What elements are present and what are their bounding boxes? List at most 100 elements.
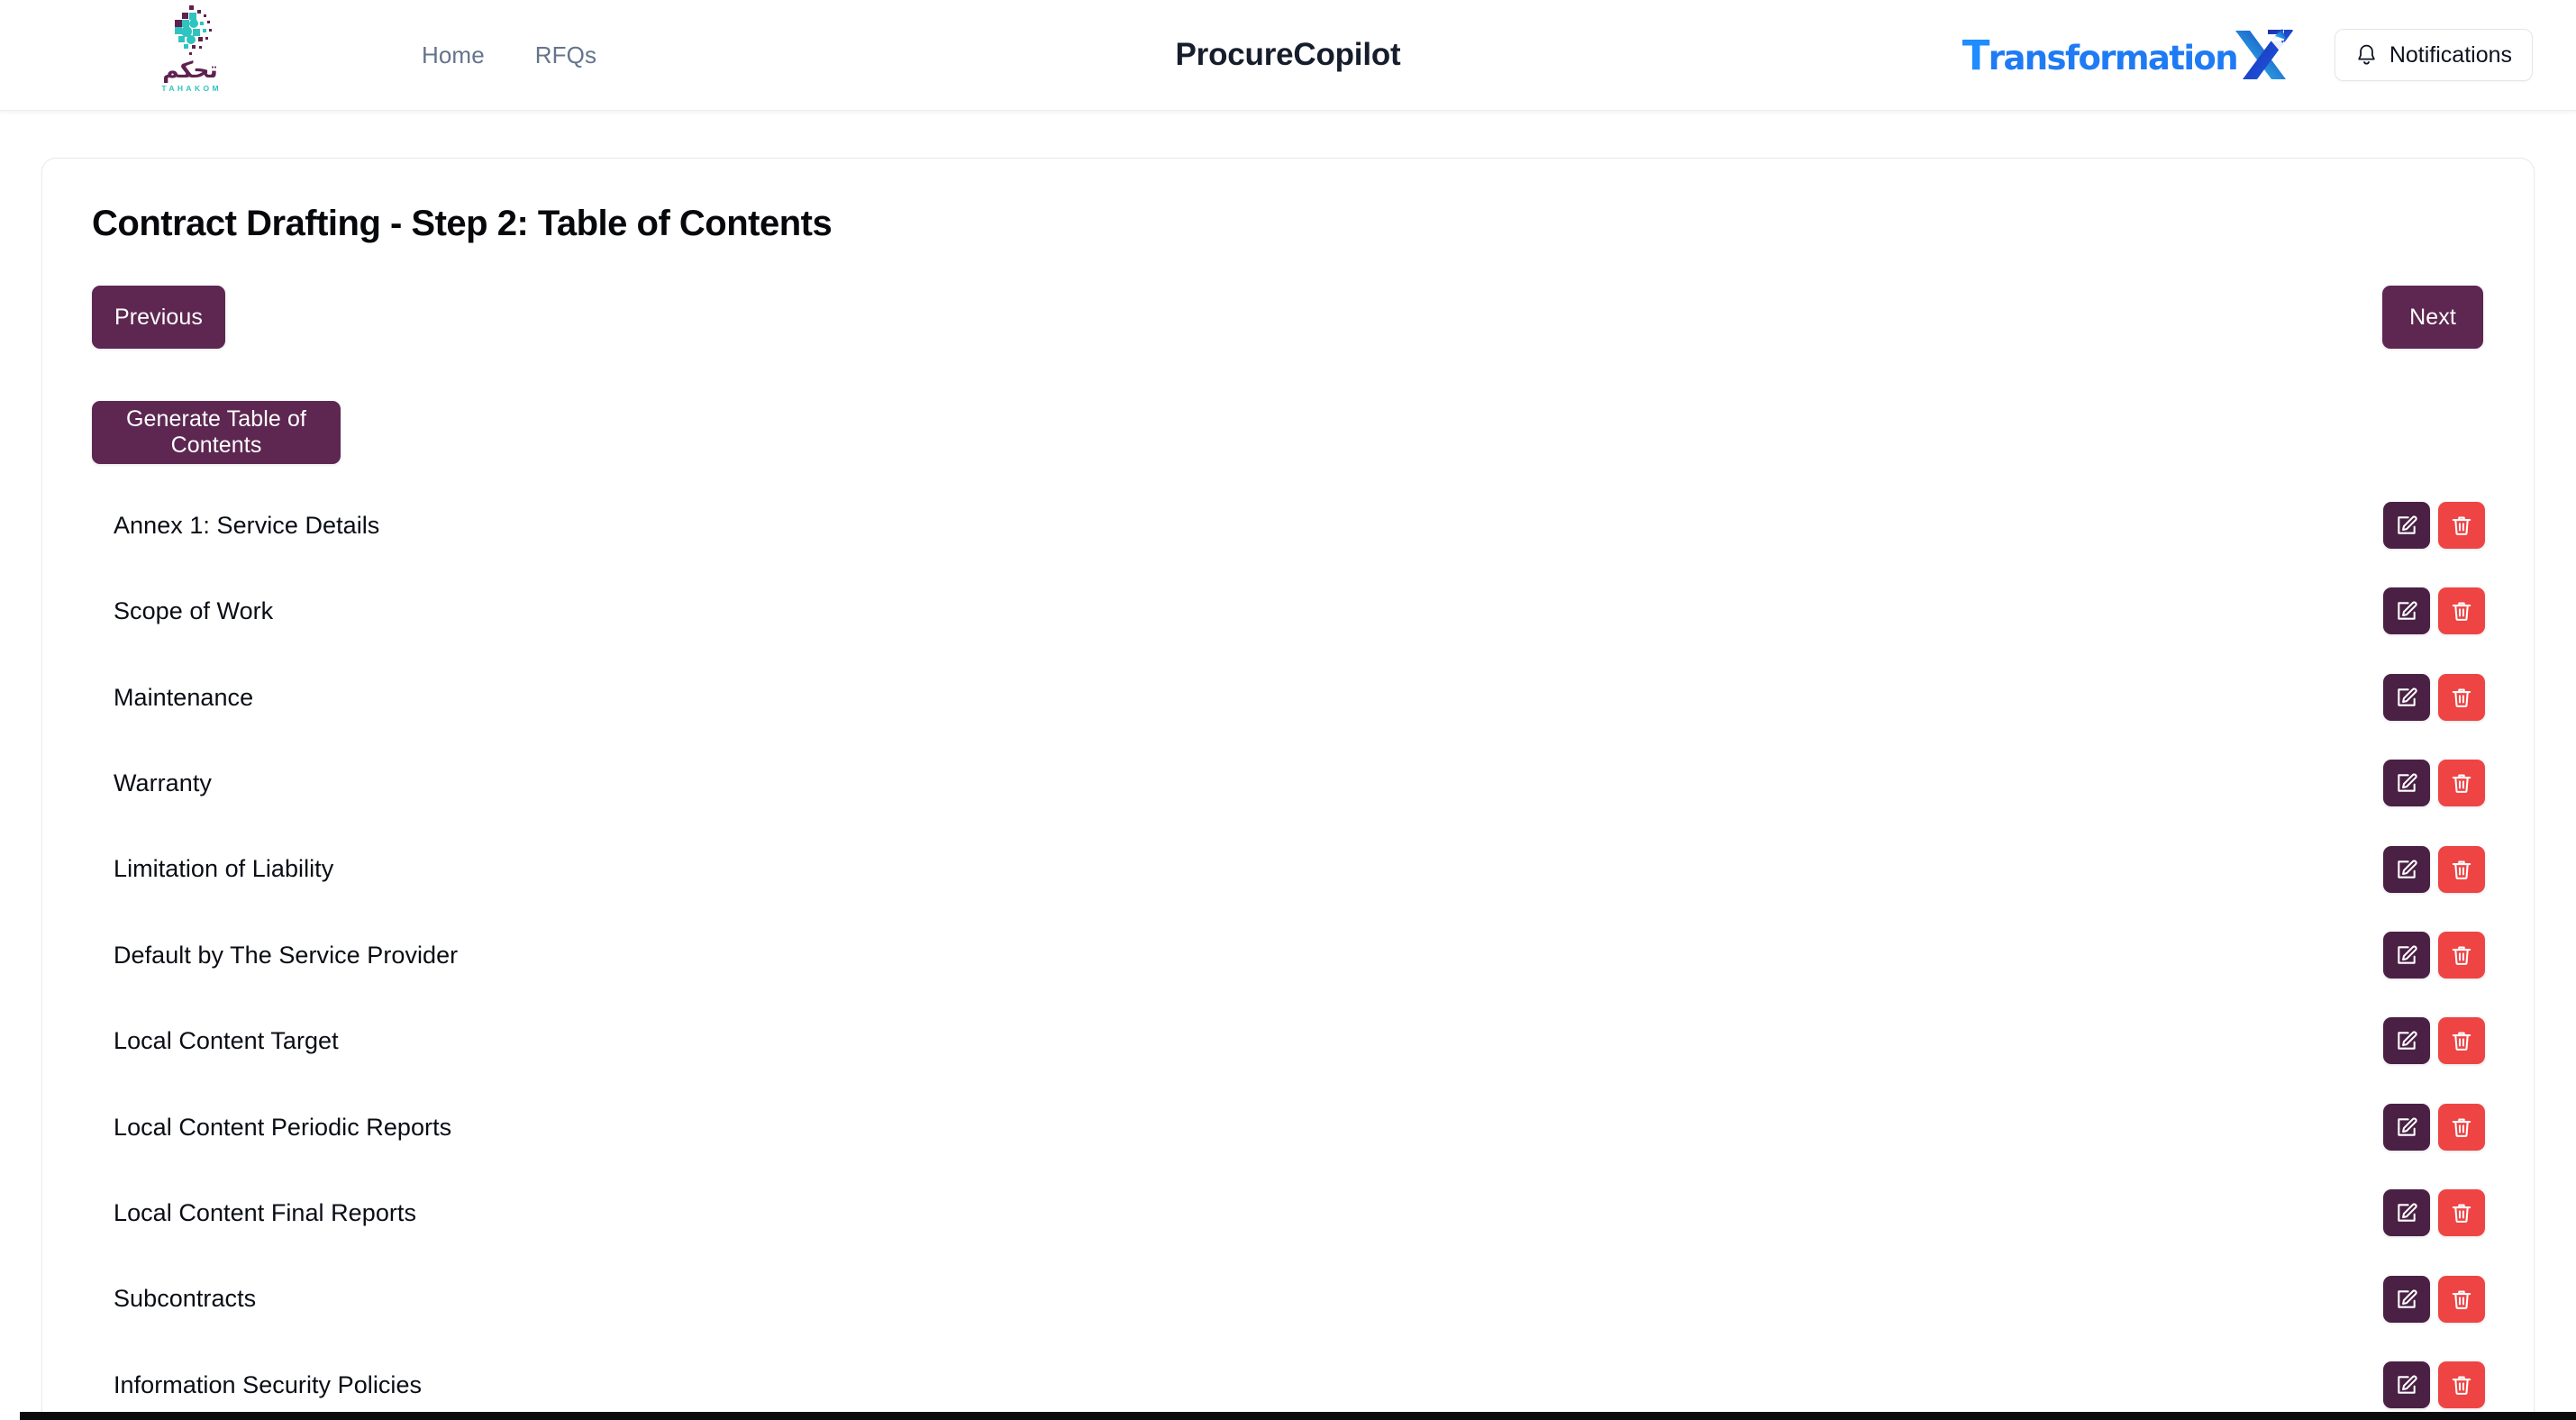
list-item: Information Security Policies	[89, 1361, 2487, 1409]
list-item: Annex 1: Service Details	[89, 502, 2487, 550]
delete-button[interactable]	[2438, 1361, 2485, 1408]
delete-button[interactable]	[2438, 1189, 2485, 1237]
edit-square-pen-icon	[2398, 687, 2417, 706]
delete-button[interactable]	[2438, 502, 2485, 549]
page-body: Contract Drafting - Step 2: Table of Con…	[0, 111, 2576, 1420]
contract-drafting-card: Contract Drafting - Step 2: Table of Con…	[41, 158, 2535, 1420]
list-item: Local Content Final Reports	[89, 1189, 2487, 1237]
list-item: Scope of Work	[89, 587, 2487, 635]
list-item: Warranty	[89, 760, 2487, 807]
browser-bottom-bar	[0, 1412, 2576, 1420]
tahakom-logo[interactable]: تحكم TAHAKOM	[140, 5, 241, 106]
edit-square-pen-icon	[2398, 1375, 2417, 1394]
trash-icon	[2452, 1204, 2471, 1224]
edit-square-pen-icon	[2398, 515, 2417, 534]
delete-button[interactable]	[2438, 1017, 2485, 1065]
trash-icon	[2452, 946, 2471, 965]
list-item: Limitation of Liability	[89, 845, 2487, 894]
delete-button[interactable]	[2438, 845, 2485, 893]
toc-item-label: Maintenance	[114, 683, 254, 711]
transformationx-x-icon	[2235, 29, 2293, 79]
notifications-label: Notifications	[2389, 41, 2512, 68]
transformationx-logo: Transformation	[1962, 28, 2297, 82]
bell-icon	[2358, 44, 2375, 64]
table-of-contents-list: Annex 1: Service Details Scope of Work M…	[89, 502, 2487, 1409]
list-item: Maintenance	[89, 673, 2487, 722]
delete-button[interactable]	[2438, 1103, 2485, 1151]
trash-icon	[2452, 1032, 2471, 1051]
transformationx-capital-t: T	[1962, 31, 1990, 79]
row-actions	[2383, 502, 2485, 549]
edit-button[interactable]	[2383, 1361, 2430, 1408]
toc-item-label: Annex 1: Service Details	[114, 511, 380, 539]
previous-button[interactable]: Previous	[92, 286, 225, 349]
edit-button[interactable]	[2383, 1275, 2430, 1323]
page-title: Contract Drafting - Step 2: Table of Con…	[92, 204, 833, 243]
row-actions	[2383, 673, 2485, 721]
trash-icon	[2452, 774, 2471, 794]
edit-button[interactable]	[2383, 1189, 2430, 1237]
app-header: تحكم TAHAKOM Home RFQs ProcureCopilot Tr…	[0, 0, 2576, 111]
edit-button[interactable]	[2383, 931, 2430, 979]
edit-square-pen-icon	[2398, 945, 2417, 964]
delete-button[interactable]	[2438, 673, 2485, 721]
list-item: Local Content Target	[89, 1017, 2487, 1065]
generate-table-of-contents-button[interactable]: Generate Table of Contents	[92, 401, 341, 464]
row-actions	[2383, 845, 2485, 893]
edit-button[interactable]	[2383, 673, 2430, 721]
edit-button[interactable]	[2383, 502, 2430, 549]
edit-square-pen-icon	[2398, 860, 2417, 878]
list-item: Default by The Service Provider	[89, 931, 2487, 979]
tahakom-latin-wordmark: TAHAKOM	[161, 84, 222, 93]
list-item: Subcontracts	[89, 1275, 2487, 1324]
trash-icon	[2452, 1118, 2471, 1137]
row-actions	[2383, 760, 2485, 807]
trash-icon	[2452, 516, 2471, 535]
notifications-button[interactable]: Notifications	[2334, 29, 2533, 81]
toc-item-label: Subcontracts	[114, 1285, 257, 1313]
edit-button[interactable]	[2383, 1103, 2430, 1151]
row-actions	[2383, 1103, 2485, 1151]
row-actions	[2383, 587, 2485, 635]
tahakom-mark-icon	[175, 5, 212, 55]
toc-item-label: Local Content Target	[114, 1027, 339, 1055]
nav-link-home[interactable]: Home	[422, 41, 485, 69]
edit-square-pen-icon	[2398, 1288, 2417, 1308]
row-actions	[2383, 1017, 2485, 1065]
trash-icon	[2452, 1290, 2471, 1309]
toc-item-label: Local Content Periodic Reports	[114, 1113, 452, 1141]
toc-item-label: Scope of Work	[114, 597, 274, 625]
trash-icon	[2452, 602, 2471, 622]
edit-button[interactable]	[2383, 1017, 2430, 1065]
edit-button[interactable]	[2383, 760, 2430, 807]
edit-square-pen-icon	[2398, 1031, 2417, 1051]
delete-button[interactable]	[2438, 760, 2485, 807]
toc-item-label: Default by The Service Provider	[114, 941, 459, 969]
row-actions	[2383, 1275, 2485, 1323]
trash-icon	[2452, 1376, 2471, 1395]
delete-button[interactable]	[2438, 1275, 2485, 1323]
trash-icon	[2452, 688, 2471, 707]
delete-button[interactable]	[2438, 931, 2485, 979]
transformationx-word-rest: ransformation	[1988, 38, 2239, 77]
row-actions	[2383, 931, 2485, 979]
toc-item-label: Limitation of Liability	[114, 855, 334, 883]
transformationx-wordmark: Transformation	[1962, 31, 2239, 79]
next-button[interactable]: Next	[2382, 286, 2483, 349]
step-navigation: Previous Next	[89, 286, 2487, 349]
tahakom-arabic-wordmark: تحكم	[162, 57, 218, 83]
nav-link-rfqs[interactable]: RFQs	[535, 41, 596, 69]
row-actions	[2383, 1361, 2485, 1408]
toc-item-label: Information Security Policies	[114, 1370, 423, 1398]
edit-button[interactable]	[2383, 587, 2430, 635]
list-item: Local Content Periodic Reports	[89, 1103, 2487, 1151]
row-actions	[2383, 1189, 2485, 1237]
edit-button[interactable]	[2383, 845, 2430, 893]
toc-item-label: Warranty	[114, 769, 212, 796]
delete-button[interactable]	[2438, 587, 2485, 635]
main-nav: Home RFQs	[422, 0, 596, 111]
edit-square-pen-icon	[2398, 773, 2417, 792]
toc-item-label: Local Content Final Reports	[114, 1198, 417, 1226]
edit-square-pen-icon	[2398, 1203, 2417, 1222]
edit-square-pen-icon	[2398, 601, 2417, 621]
